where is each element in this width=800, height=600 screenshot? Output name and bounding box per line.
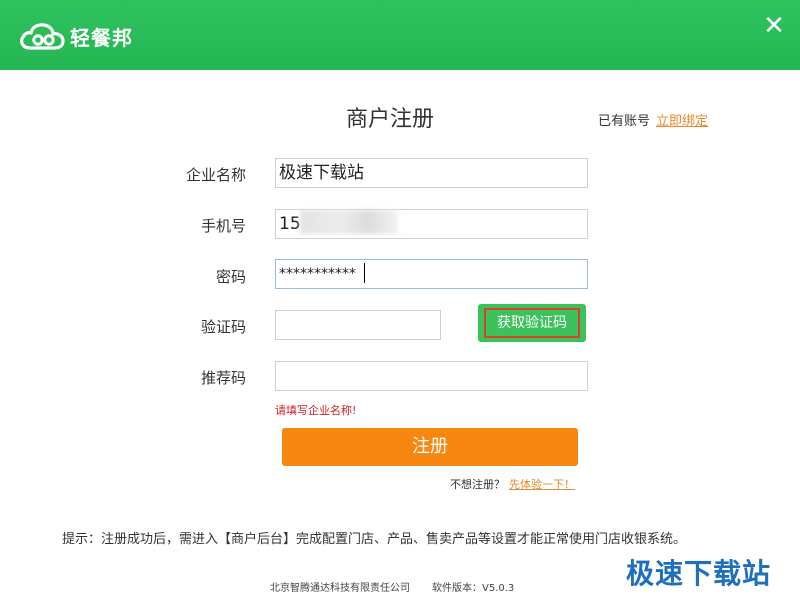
footer-version: 软件版本：V5.0.3 xyxy=(432,583,515,594)
watermark: 极速下载站 xyxy=(626,557,772,590)
page-title: 商户注册 xyxy=(345,107,434,132)
phone-label: 手机号 xyxy=(200,217,246,235)
title-bar: 轻餐邦 ✕ xyxy=(0,0,800,70)
register-button[interactable]: 注册 xyxy=(282,428,578,466)
footer: 北京智腾通达科技有限责任公司 软件版本：V5.0.3 xyxy=(270,579,514,594)
app-name: 轻餐邦 xyxy=(70,25,133,50)
skip-line: 不想注册？ 先体验一下！ xyxy=(450,476,575,492)
close-button[interactable]: ✕ xyxy=(760,12,788,40)
existing-account-text: 已有账号 xyxy=(598,114,651,129)
existing-account-line: 已有账号 立即绑定 xyxy=(598,110,708,129)
get-code-button[interactable]: 获取验证码 xyxy=(478,304,586,342)
bind-now-link[interactable]: 立即绑定 xyxy=(656,114,708,129)
try-first-link[interactable]: 先体验一下！ xyxy=(509,478,575,491)
error-message: 请填写企业名称! xyxy=(275,404,357,417)
footer-company: 北京智腾通达科技有限责任公司 xyxy=(270,583,410,594)
hint-text: 提示：注册成功后，需进入【商户后台】完成配置门店、产品、售卖产品等设置才能正常使… xyxy=(62,532,687,547)
phone-redaction xyxy=(300,210,398,234)
verification-code-label: 验证码 xyxy=(200,318,246,336)
skip-text: 不想注册？ xyxy=(450,478,505,491)
cloud-logo-icon xyxy=(20,23,65,50)
referral-code-field[interactable] xyxy=(275,361,588,391)
company-name-field[interactable]: 极速下载站 xyxy=(275,158,588,188)
app-logo: 轻餐邦 xyxy=(18,20,133,52)
get-code-label: 获取验证码 xyxy=(484,308,580,338)
verification-code-field[interactable] xyxy=(275,310,441,340)
text-caret xyxy=(364,263,365,283)
company-name-label: 企业名称 xyxy=(185,166,246,184)
password-label: 密码 xyxy=(215,268,246,286)
password-field[interactable]: *********** xyxy=(275,259,588,289)
referral-code-label: 推荐码 xyxy=(200,369,246,387)
